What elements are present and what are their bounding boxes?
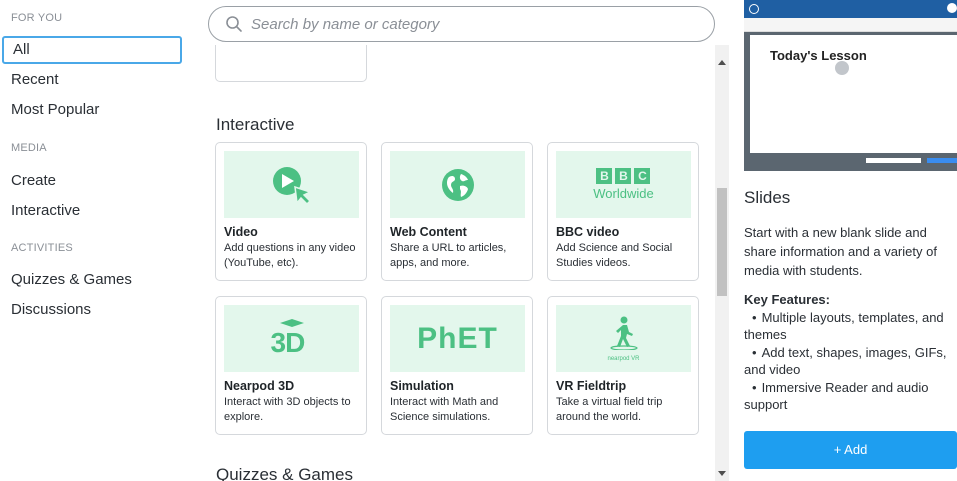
panel-description: Start with a new blank slide and share i… [744,225,937,278]
sidebar-item-all[interactable]: All [2,36,182,64]
section-heading-activities: ACTIVITIES [11,242,73,254]
video-play-icon [272,166,312,205]
vr-logo: nearpod VR [607,316,640,362]
key-features-heading: Key Features: [744,292,830,307]
3d-logo-text: 3D [270,326,306,358]
card-thumbnail: nearpod VR [556,305,691,372]
sidebar: FOR YOU All Recent Most Popular MEDIA Cr… [0,0,190,481]
content-card-video[interactable]: Video Add questions in any video (YouTub… [215,142,367,281]
card-description: Interact with 3D objects to explore. [224,396,351,423]
3d-logo: 3D [267,317,317,361]
key-features-list: Multiple layouts, templates, and themes … [744,310,957,415]
feature-item: Multiple layouts, templates, and themes [744,310,957,343]
feature-item: Add text, shapes, images, GIFs, and vide… [744,345,957,378]
sidebar-item-discussions[interactable]: Discussions [11,301,91,318]
content-library: Interactive Video Add questions in any v… [190,45,715,481]
search-bar[interactable] [208,6,715,42]
content-card-vr-fieldtrip[interactable]: nearpod VR VR Fieldtrip Take a virtual f… [547,296,699,435]
sidebar-item-quizzes-games[interactable]: Quizzes & Games [11,271,132,288]
bbc-logo-letter: B [596,168,613,184]
section-heading-for-you: FOR YOU [11,12,63,24]
preview-toolbar [744,18,957,32]
bbc-worldwide-logo: B B C Worldwide [593,168,654,201]
cursor-dot-icon [835,61,849,75]
preview-slide-canvas: Today's Lesson [750,35,957,153]
card-title: Video [224,225,258,239]
card-description: Add Science and Social Studies videos. [556,242,673,269]
card-title: BBC video [556,225,620,239]
vr-logo-subtitle: nearpod VR [607,355,640,362]
card-description: Take a virtual field trip around the wor… [556,396,663,423]
bbc-logo-letter: C [634,168,651,184]
content-card-nearpod-3d[interactable]: 3D Nearpod 3D Interact with 3D objects t… [215,296,367,435]
phet-logo: PhET [417,321,498,355]
card-description: Add questions in any video (YouTube, etc… [224,242,356,269]
detail-panel: Today's Lesson Slides Start with a new b… [729,0,957,481]
feature-item: Immersive Reader and audio support [744,380,957,413]
user-icon [947,3,957,13]
card-title: VR Fieldtrip [556,379,627,393]
panel-title: Slides [744,188,791,207]
vr-walker-icon [609,316,638,351]
card-description: Interact with Math and Science simulatio… [390,396,499,423]
card-title: Web Content [390,225,467,239]
card-thumbnail [390,151,525,218]
scroll-up-arrow-icon[interactable] [718,60,726,65]
search-input[interactable] [251,14,691,34]
card-thumbnail: 3D [224,305,359,372]
search-icon [226,16,242,32]
sidebar-item-interactive[interactable]: Interactive [11,202,80,219]
scrollbar-thumb[interactable] [717,188,727,296]
sidebar-item-create[interactable]: Create [11,172,56,189]
add-button[interactable]: + Add [744,431,957,469]
scroll-down-arrow-icon[interactable] [718,471,726,476]
preview-progress-accent [927,158,957,163]
globe-icon [441,168,474,201]
card-thumbnail: B B C Worldwide [556,151,691,218]
section-title-quizzes-games: Quizzes & Games [216,465,353,481]
content-card-bbc-video[interactable]: B B C Worldwide BBC video Add Science an… [547,142,699,281]
content-card-web-content[interactable]: Web Content Share a URL to articles, app… [381,142,533,281]
card-description: Share a URL to articles, apps, and more. [390,242,507,269]
content-card-partial[interactable] [215,45,367,82]
preview-progress-bar [866,158,921,163]
content-scrollbar[interactable] [715,45,729,481]
sidebar-item-most-popular[interactable]: Most Popular [11,101,99,118]
preview-slide-title: Today's Lesson [770,48,867,63]
sidebar-item-recent[interactable]: Recent [11,71,59,88]
card-thumbnail [224,151,359,218]
app-logo-icon [749,4,759,14]
content-card-simulation[interactable]: PhET Simulation Interact with Math and S… [381,296,533,435]
card-title: Simulation [390,379,454,393]
section-title-interactive: Interactive [216,115,295,134]
preview-header [744,0,957,18]
bbc-logo-letter: B [615,168,632,184]
slide-preview: Today's Lesson [744,0,957,171]
section-heading-media: MEDIA [11,142,47,154]
card-thumbnail: PhET [390,305,525,372]
card-title: Nearpod 3D [224,379,295,393]
bbc-logo-subtitle: Worldwide [593,186,654,201]
